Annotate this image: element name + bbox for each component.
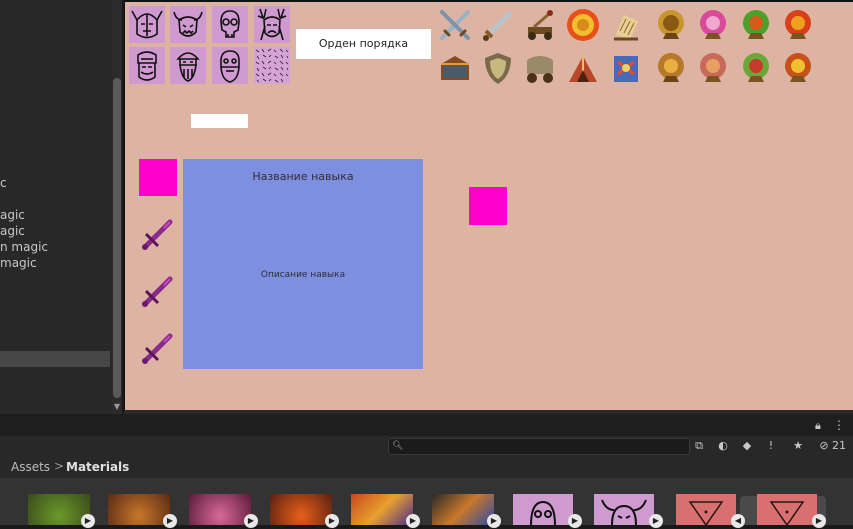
skill-placeholder-image[interactable] xyxy=(139,159,177,196)
skull-face-icon[interactable] xyxy=(212,6,248,43)
search-input[interactable]: 🔍︎ xyxy=(388,438,690,455)
expand-arrow-icon[interactable]: ▶ xyxy=(81,514,95,528)
breadcrumb-assets[interactable]: Assets xyxy=(11,460,50,474)
spellbook-icon[interactable] xyxy=(608,50,644,86)
expand-arrow-icon[interactable]: ▶ xyxy=(568,514,582,528)
breadcrumb-separator: > xyxy=(54,459,65,473)
skill-title: Название навыка xyxy=(252,170,354,183)
faction-name-label: Орден порядка xyxy=(296,29,431,59)
magenta-crossed-swords-icon[interactable] xyxy=(140,216,176,252)
material-thumbnail[interactable] xyxy=(189,494,251,525)
expand-arrow-icon[interactable]: ▶ xyxy=(244,514,258,528)
log-warning-icon[interactable]: ! xyxy=(762,438,780,454)
expand-arrow-icon[interactable]: ▶ xyxy=(649,514,663,528)
material-thumbnail[interactable] xyxy=(513,494,573,526)
treasure-chest-icon[interactable] xyxy=(437,50,473,86)
green-orb-icon[interactable] xyxy=(738,7,774,43)
hierarchy-item[interactable]: c xyxy=(0,176,7,190)
project-panel-header xyxy=(0,414,853,436)
catapult-icon[interactable] xyxy=(522,7,558,43)
hierarchy-selected-row[interactable] xyxy=(0,351,110,367)
sun-emblem-icon[interactable] xyxy=(565,7,601,43)
more-menu-icon[interactable]: ⋮ xyxy=(833,418,845,432)
lock-icon[interactable]: 🔒︎ xyxy=(815,419,821,433)
tent-icon[interactable] xyxy=(565,50,601,86)
filter-by-label-icon[interactable]: ◆ xyxy=(738,438,756,454)
expand-arrow-icon[interactable]: ▶ xyxy=(163,514,177,528)
material-thumbnail[interactable] xyxy=(108,494,170,525)
fire-orb-icon[interactable] xyxy=(780,7,816,43)
wagon-icon[interactable] xyxy=(522,50,558,86)
antlered-face-icon[interactable] xyxy=(254,6,290,43)
material-thumbnail[interactable] xyxy=(676,494,736,527)
magenta-crossed-swords-icon[interactable] xyxy=(140,273,176,309)
hidden-count: 21 xyxy=(832,439,846,452)
noise-pattern-icon[interactable] xyxy=(254,47,290,84)
hierarchy-item[interactable]: agic xyxy=(0,224,25,238)
emerald-orb-icon[interactable] xyxy=(738,50,774,86)
pink-orb-icon[interactable] xyxy=(695,7,731,43)
material-thumbnail[interactable] xyxy=(594,494,654,526)
expand-arrow-icon[interactable]: ▶ xyxy=(487,514,501,528)
expand-arrow-icon[interactable]: ▶ xyxy=(812,514,826,528)
horned-helmet-face-icon[interactable] xyxy=(129,6,165,43)
rose-orb-icon[interactable] xyxy=(695,50,731,86)
hierarchy-item[interactable]: n magic xyxy=(0,240,48,254)
scroll-down-arrow-icon[interactable]: ▼ xyxy=(112,402,122,412)
magenta-crossed-swords-icon[interactable] xyxy=(140,330,176,366)
shield-icon[interactable] xyxy=(480,50,516,86)
golden-orb-icon[interactable] xyxy=(653,7,689,43)
favorites-star-icon[interactable]: ★ xyxy=(789,438,807,454)
expand-arrow-icon[interactable]: ▶ xyxy=(325,514,339,528)
search-by-scene-icon[interactable]: ⧉ xyxy=(690,438,708,454)
filter-by-type-icon[interactable]: ◐ xyxy=(714,438,732,454)
material-thumbnail[interactable] xyxy=(432,494,494,525)
crossed-swords-icon[interactable] xyxy=(437,7,473,43)
hierarchy-scroll-thumb[interactable] xyxy=(113,78,121,398)
scroll-stand-icon[interactable] xyxy=(608,7,644,43)
material-thumbnail[interactable] xyxy=(270,494,332,525)
hierarchy-item[interactable]: magic xyxy=(0,256,37,270)
sword-icon[interactable] xyxy=(480,7,516,43)
hidden-packages-icon[interactable]: ⊘ xyxy=(815,438,833,454)
expand-arrow-icon[interactable]: ◀ xyxy=(731,514,745,528)
hierarchy-item[interactable]: agic xyxy=(0,208,25,222)
helmeted-beard-face-icon[interactable] xyxy=(170,47,206,84)
bearded-face-icon[interactable] xyxy=(129,47,165,84)
breadcrumb-materials[interactable]: Materials xyxy=(66,460,129,474)
breadcrumb: Assets > Materials xyxy=(0,458,853,478)
skill-description: Описание навыка xyxy=(260,270,346,280)
expand-arrow-icon[interactable]: ▶ xyxy=(406,514,420,528)
selected-skill-placeholder-image[interactable] xyxy=(469,187,507,225)
bald-beard-face-icon[interactable] xyxy=(212,47,248,84)
skill-info-panel: Название навыка Описание навыка xyxy=(183,159,423,369)
material-thumbnail[interactable] xyxy=(351,494,413,525)
hierarchy-panel: c agic agic n magic magic ▼ xyxy=(0,0,122,414)
empty-text-field[interactable] xyxy=(191,114,248,128)
gold-relic-orb-icon[interactable] xyxy=(653,50,689,86)
horned-beast-face-icon[interactable] xyxy=(170,6,206,43)
search-icon: 🔍︎ xyxy=(392,441,404,451)
material-thumbnail[interactable] xyxy=(757,494,817,527)
flame-orb-icon[interactable] xyxy=(780,50,816,86)
